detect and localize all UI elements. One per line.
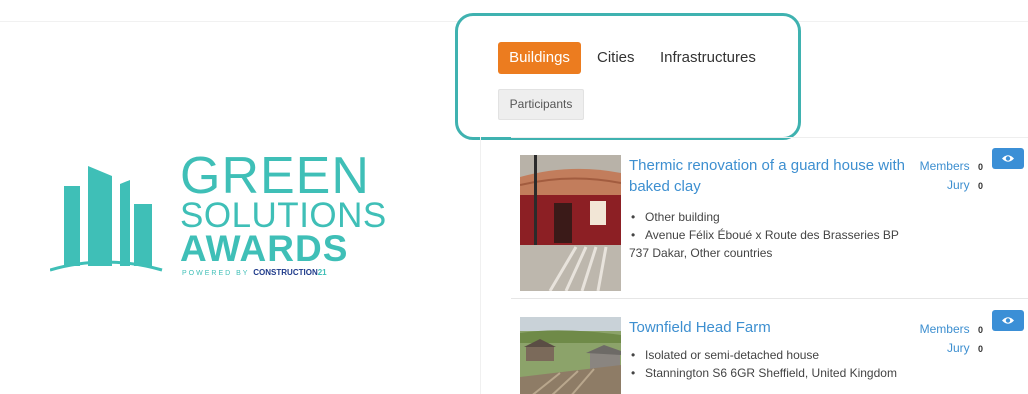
project-title-link[interactable]: Townfield Head Farm	[629, 317, 909, 338]
jury-count: 0	[977, 181, 983, 191]
project-thumbnail[interactable]	[520, 317, 621, 394]
project-list: Thermic renovation of a guard house with…	[480, 137, 1028, 394]
green-solutions-awards-logo: GREEN SOLUTIONS AWARDS POWERED BY CONSTR…	[50, 150, 386, 280]
guard-house-photo	[520, 155, 621, 291]
project-card: Thermic renovation of a guard house with…	[511, 137, 1028, 299]
project-address: Stannington S6 6GR Sheffield, United Kin…	[629, 364, 897, 382]
project-type: Isolated or semi-detached house	[629, 346, 897, 364]
logo-construction21: CONSTRUCTION21	[253, 268, 327, 277]
jury-vote-row[interactable]: Jury 0	[901, 176, 983, 195]
members-count: 0	[977, 325, 983, 335]
project-address: Avenue Félix Éboué x Route des Brasserie…	[629, 226, 899, 244]
project-card: Townfield Head Farm Isolated or semi-det…	[511, 299, 1028, 394]
project-details: Isolated or semi-detached house Stanning…	[629, 346, 897, 382]
project-votes: Members 0 Jury 0	[901, 157, 983, 195]
tab-cities[interactable]: Cities	[597, 42, 635, 74]
project-thumbnail[interactable]	[520, 155, 621, 291]
jury-count: 0	[977, 344, 983, 354]
eye-icon	[1002, 317, 1014, 324]
tab-buildings[interactable]: Buildings	[498, 42, 581, 74]
project-address-continued: 737 Dakar, Other countries	[629, 246, 773, 260]
tab-infrastructures[interactable]: Infrastructures	[660, 42, 756, 74]
category-tabs-panel: Buildings Cities Infrastructures Partici…	[455, 13, 801, 140]
project-details: Other building Avenue Félix Éboué x Rout…	[629, 208, 899, 262]
logo-word-green: GREEN	[180, 147, 370, 205]
view-project-button[interactable]	[992, 148, 1024, 169]
project-votes: Members 0 Jury 0	[901, 320, 983, 358]
project-title-link[interactable]: Thermic renovation of a guard house with…	[629, 155, 909, 197]
jury-vote-row[interactable]: Jury 0	[901, 339, 983, 358]
members-vote-row[interactable]: Members 0	[901, 157, 983, 176]
members-count: 0	[977, 162, 983, 172]
buildings-logo-icon	[50, 166, 163, 272]
project-type: Other building	[629, 208, 899, 226]
members-vote-row[interactable]: Members 0	[901, 320, 983, 339]
participants-filter-button[interactable]: Participants	[498, 89, 584, 120]
view-project-button[interactable]	[992, 310, 1024, 331]
logo-word-awards: AWARDS	[180, 228, 349, 269]
farm-photo	[520, 317, 621, 394]
eye-icon	[1002, 155, 1014, 162]
logo-powered-by: POWERED BY CONSTRUCTION21	[182, 268, 327, 277]
